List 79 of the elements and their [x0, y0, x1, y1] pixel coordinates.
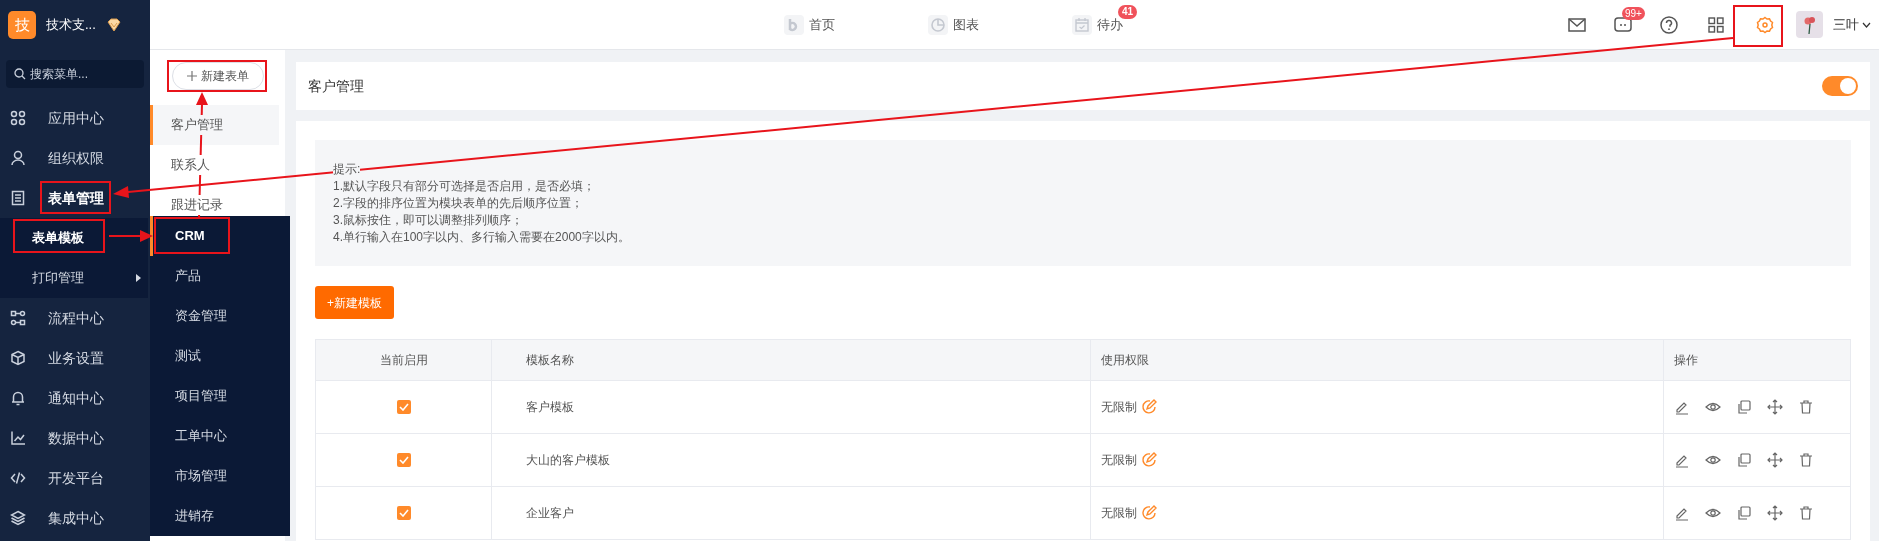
flyout-item[interactable]: 市场管理 [150, 456, 290, 496]
flyout-item[interactable]: 测试 [150, 336, 290, 376]
table-cell-text: 无限制 [1101, 399, 1137, 416]
nav-link[interactable]: 图表 [928, 15, 979, 35]
help-icon[interactable] [1660, 15, 1678, 34]
apps-icon [10, 110, 26, 126]
highlight-frame [40, 181, 111, 214]
panel-title: 客户管理 [308, 76, 364, 96]
sidebar-item[interactable]: 表单管理 [0, 178, 150, 218]
sidebar-item[interactable]: 组织权限 [0, 138, 150, 178]
column-header: 操作 [1673, 352, 1699, 369]
sidebar-item[interactable]: 开发平台 [0, 458, 150, 498]
flyout-item[interactable]: 进销存 [150, 496, 290, 536]
user-name[interactable]: 三叶 [1833, 14, 1859, 35]
document-icon [10, 190, 26, 206]
form-list-item[interactable]: 联系人 [150, 145, 285, 185]
search-field[interactable]: 搜索菜单... [6, 60, 144, 88]
submenu-item[interactable]: 打印管理 [0, 258, 148, 298]
table-cell: 大山的客户模板 [492, 434, 1091, 486]
grid-icon[interactable] [1708, 16, 1724, 33]
move-icon[interactable] [1767, 399, 1783, 415]
sidebar-item[interactable]: 集成中心 [0, 498, 150, 538]
cube-icon [10, 350, 26, 366]
sidebar-item[interactable]: 数据中心 [0, 418, 150, 458]
flyout-item[interactable]: 工单中心 [150, 416, 290, 456]
chart-icon [10, 430, 26, 446]
new-form-button[interactable]: 新建表单 [172, 62, 264, 90]
trash-icon[interactable] [1798, 399, 1814, 415]
column-header: 当前启用 [316, 340, 492, 380]
highlight-frame [1733, 5, 1783, 47]
table-cell-text: 无限制 [1101, 505, 1137, 522]
move-icon[interactable] [1767, 505, 1783, 521]
chat-icon[interactable] [1614, 16, 1632, 33]
trash-icon[interactable] [1798, 505, 1814, 521]
column-header: 模板名称 [492, 340, 1091, 380]
layers-icon [10, 510, 26, 526]
logo-b-icon [784, 15, 804, 35]
nav-link[interactable]: 首页 [784, 15, 835, 35]
table-cell: 客户模板 [492, 381, 1091, 433]
submenu-item[interactable]: 表单模板 [0, 218, 148, 258]
copy-icon[interactable] [1736, 452, 1752, 468]
form-list-item[interactable]: 客户管理 [150, 105, 279, 145]
trash-icon[interactable] [1798, 452, 1814, 468]
bell-icon [10, 390, 26, 406]
sidebar-item[interactable]: 通知中心 [0, 378, 150, 418]
checkbox[interactable] [396, 506, 411, 520]
caret-right-icon [135, 273, 142, 283]
user-icon [10, 150, 26, 166]
sidebar-item[interactable]: 流程中心 [0, 298, 150, 338]
checkbox[interactable] [396, 400, 411, 414]
code-icon [10, 470, 26, 486]
flyout-item[interactable]: 资金管理 [150, 296, 290, 336]
chevron-down-icon[interactable] [1862, 21, 1871, 28]
move-icon[interactable] [1767, 452, 1783, 468]
sidebar-item[interactable]: 业务设置 [0, 338, 150, 378]
table-cell-text: 无限制 [1101, 452, 1137, 469]
pie-chart-icon [928, 15, 948, 35]
copy-icon[interactable] [1736, 399, 1752, 415]
annotation-arrow [108, 230, 153, 242]
toggle-switch[interactable] [1822, 76, 1858, 96]
table-cell: 企业客户 [492, 487, 1091, 539]
plus-icon [187, 71, 197, 81]
diamond-icon [105, 18, 122, 32]
flow-icon [10, 310, 26, 326]
sidebar-item[interactable]: 应用中心 [0, 98, 150, 138]
flyout-item[interactable]: 产品 [150, 256, 290, 296]
org-name[interactable]: 技术支... [46, 15, 96, 35]
flyout-item[interactable]: 项目管理 [150, 376, 290, 416]
mail-icon[interactable] [1568, 17, 1586, 32]
hint-text: 提示: [333, 161, 361, 178]
flower-icon [1802, 14, 1817, 35]
copy-icon[interactable] [1736, 505, 1752, 521]
column-header: 使用权限 [1091, 340, 1664, 380]
notification-badge: 99+ [1622, 6, 1645, 20]
search-icon [14, 68, 26, 80]
avatar[interactable] [1796, 11, 1823, 38]
count-badge: 41 [1117, 5, 1137, 19]
checkbox[interactable] [396, 453, 411, 467]
calendar-icon [1072, 15, 1092, 35]
